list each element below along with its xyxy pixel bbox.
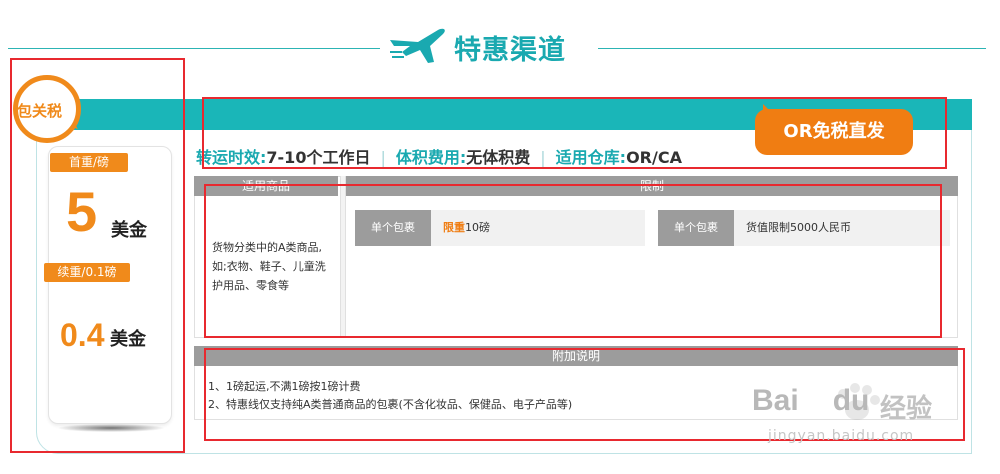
first-weight-label: 首重/磅: [50, 153, 128, 172]
first-weight-unit: 美金: [111, 220, 147, 241]
goods-column-header: 适用商品: [194, 176, 338, 196]
limit-key: 单个包裹: [658, 210, 734, 246]
banner-line-right: [598, 48, 986, 49]
continued-weight-unit: 美金: [110, 329, 146, 350]
separator: |: [540, 148, 546, 167]
duty-badge-text: 包关税: [17, 102, 63, 120]
watermark-cn: 经验: [880, 394, 933, 424]
limit-key: 单个包裹: [355, 210, 431, 246]
continued-weight-price: 0.4: [60, 317, 105, 353]
banner-line-left: [8, 48, 380, 49]
limit-item: 单个包裹 限重10磅: [355, 210, 645, 246]
airplane-icon: [390, 28, 445, 63]
limit-value-cell: 限重10磅: [431, 210, 645, 246]
limit-value: 10磅: [465, 221, 490, 234]
warehouse-label: 适用仓库:: [555, 148, 627, 167]
continued-weight-label: 续重/0.1磅: [44, 263, 130, 282]
limit-value: 货值限制5000人民币: [746, 221, 851, 234]
note-line: 2、特惠线仅支持纯A类普通商品的包裹(不含化妆品、保健品、电子产品等): [208, 398, 573, 411]
shipping-info: 转运时效:7-10个工作日 | 体积费用:无体积费 | 适用仓库:OR/CA: [196, 144, 682, 168]
column-divider: [340, 176, 346, 338]
volume-label: 体积费用:: [395, 148, 467, 167]
first-weight-price: 5: [66, 180, 98, 243]
limit-item: 单个包裹 货值限制5000人民币: [658, 210, 950, 246]
limits-column-header: 限制: [346, 176, 958, 196]
limit-value-cell: 货值限制5000人民币: [734, 210, 950, 246]
transit-value: 7-10个工作日: [266, 148, 371, 167]
note-line: 1、1磅起运,不满1磅按1磅计费: [208, 380, 361, 393]
promo-badge: OR免税直发: [755, 109, 913, 155]
watermark-url: jingyan.baidu.com: [768, 428, 915, 444]
volume-value: 无体积费: [466, 148, 531, 167]
goods-description: 货物分类中的A类商品,如;衣物、鞋子、儿童洗护用品、零食等: [212, 241, 326, 292]
notes-header: 附加说明: [194, 346, 958, 366]
warehouse-value: OR/CA: [626, 148, 682, 167]
watermark-brand: Bai du: [752, 384, 870, 417]
banner-title: 特惠渠道: [454, 35, 566, 66]
transit-label: 转运时效:: [196, 148, 267, 167]
card-shadow: [58, 424, 164, 432]
separator: |: [380, 148, 386, 167]
limit-highlight: 限重: [443, 221, 465, 234]
